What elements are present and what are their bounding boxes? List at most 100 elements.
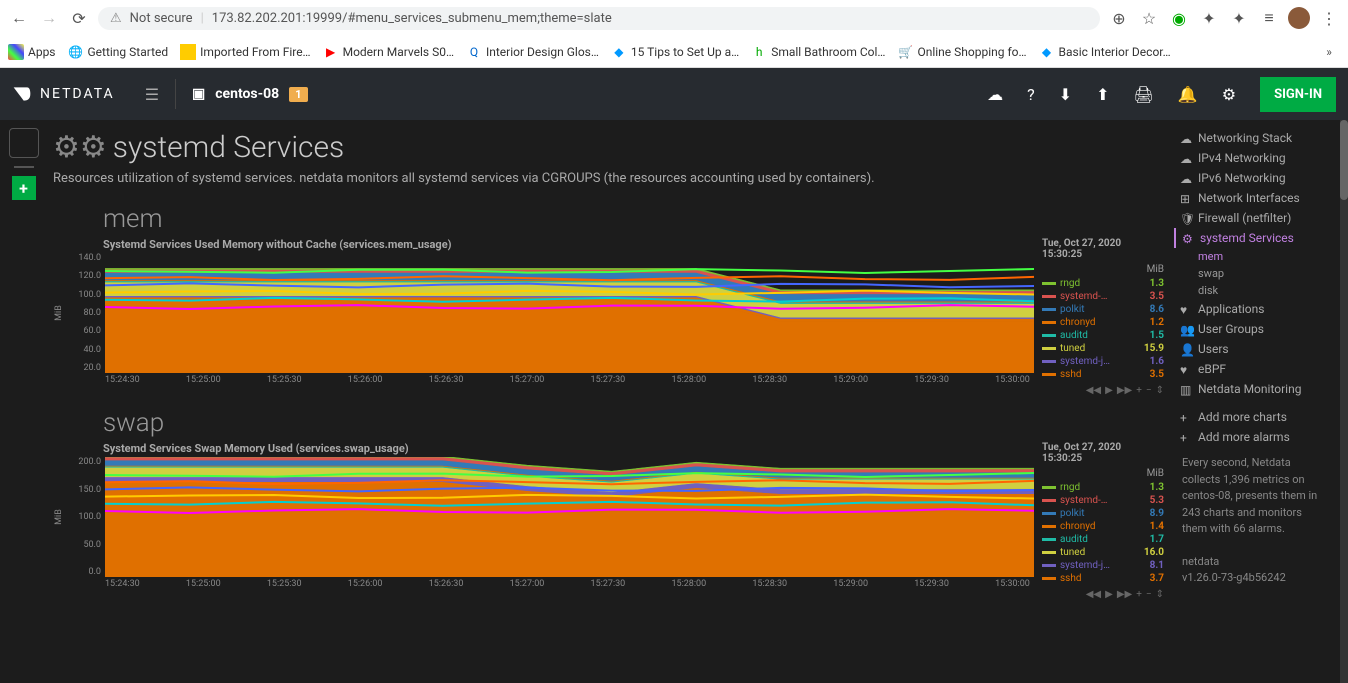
legend-item[interactable]: tuned 16.0 [1042,546,1164,559]
rail-space[interactable] [9,128,39,158]
plus-icon[interactable]: + [1136,385,1142,396]
legend-value: 3.7 [1150,573,1164,584]
legend-item[interactable]: systemd-… 5.3 [1042,494,1164,507]
plus-icon[interactable]: + [1136,589,1142,600]
sidebar-item-ebpf[interactable]: ♥ eBPF [1174,359,1336,379]
forward-button[interactable]: → [38,7,60,29]
legend-item[interactable]: auditd 1.5 [1042,329,1164,342]
bookmark-item[interactable]: ◆Basic Interior Decor… [1039,44,1171,60]
legend-item[interactable]: polkit 8.9 [1042,507,1164,520]
sidebar-sub-disk[interactable]: disk [1174,282,1336,299]
forward-icon[interactable]: ▶▶ [1117,589,1132,600]
legend-value: 8.9 [1150,508,1164,519]
minus-icon[interactable]: − [1146,589,1152,600]
sidebar-item-user-groups[interactable]: 👥 User Groups [1174,319,1336,339]
print-icon[interactable]: 🖨 [1133,85,1153,104]
rewind-icon[interactable]: ◀◀ [1086,385,1101,396]
chart-plot-area[interactable] [105,253,1034,373]
legend-value: 1.6 [1150,356,1164,367]
help-icon[interactable]: ? [1027,85,1035,104]
legend-item[interactable]: rngd 1.3 [1042,277,1164,290]
sidebar-item-ipv6-networking[interactable]: ☁ IPv6 Networking [1174,168,1336,188]
url-bar[interactable]: ⚠ Not secure | 173.82.202.201:19999/#men… [98,7,1100,30]
download-icon[interactable]: ⬇ [1059,85,1072,104]
legend-item[interactable]: chronyd 1.2 [1042,316,1164,329]
extensions-icon[interactable]: ✦ [1228,7,1250,29]
legend-item[interactable]: tuned 15.9 [1042,342,1164,355]
chart-mem: Systemd Services Used Memory without Cac… [53,238,1164,396]
legend-item[interactable]: systemd-… 3.5 [1042,290,1164,303]
sidebar-item-networking-stack[interactable]: ☁ Networking Stack [1174,128,1336,148]
back-button[interactable]: ← [8,7,30,29]
sidebar-item-netdata-monitoring[interactable]: ▥ Netdata Monitoring [1174,379,1336,399]
legend-swatch [1042,512,1056,515]
legend-swatch [1042,525,1056,528]
legend-item[interactable]: auditd 1.7 [1042,533,1164,546]
legend-swatch [1042,373,1056,376]
bookmark-item[interactable]: ▶Modern Marvels S0… [323,44,454,60]
resize-icon[interactable]: ⇕ [1156,589,1164,600]
scrollbar-thumb[interactable] [1340,120,1348,200]
bookmark-item[interactable]: QInterior Design Glos… [466,44,599,60]
add-space-button[interactable]: + [12,176,36,200]
sidebar-item-users[interactable]: 👤 Users [1174,339,1336,359]
sidebar-sub-mem[interactable]: mem [1174,248,1336,265]
legend-item[interactable]: chronyd 1.4 [1042,520,1164,533]
sidebar-item-ipv4-networking[interactable]: ☁ IPv4 Networking [1174,148,1336,168]
bell-icon[interactable]: 🔔 [1178,85,1198,104]
host-selector[interactable]: ▣ centos-08 1 [192,86,307,102]
sidebar-item-firewall-netfilter-[interactable]: 🛡 Firewall (netfilter) [1174,208,1336,228]
menu-icon[interactable]: ⋮ [1318,7,1340,29]
logo[interactable]: NETDATA [12,84,115,104]
barchart-icon: ▥ [1180,383,1192,395]
zoom-icon[interactable]: ⊕ [1108,7,1130,29]
apps-button[interactable]: Apps [8,44,56,60]
star-icon[interactable]: ☆ [1138,7,1160,29]
rewind-icon[interactable]: ◀◀ [1086,589,1101,600]
legend-item[interactable]: sshd 3.5 [1042,368,1164,381]
add-more-alarms[interactable]: +Add more alarms [1174,427,1336,447]
legend-item[interactable]: rngd 1.3 [1042,481,1164,494]
legend-value: 1.5 [1150,330,1164,341]
gear-icon[interactable]: ⚙ [1222,85,1236,104]
extension-icon-1[interactable]: ◉ [1168,7,1190,29]
minus-icon[interactable]: − [1146,385,1152,396]
bookmarks-overflow[interactable]: » [1318,41,1340,63]
reload-button[interactable]: ⟳ [68,7,90,29]
legend-swatch [1042,347,1056,350]
legend-value: 1.4 [1150,521,1164,532]
profile-avatar[interactable] [1288,7,1310,29]
legend-item[interactable]: systemd-j… 1.6 [1042,355,1164,368]
play-icon[interactable]: ▶ [1105,385,1113,396]
hamburger-icon[interactable]: ☰ [145,85,159,104]
extension-icon-2[interactable]: ✦ [1198,7,1220,29]
divider [175,79,176,109]
add-more-charts[interactable]: +Add more charts [1174,407,1336,427]
forward-icon[interactable]: ▶▶ [1117,385,1132,396]
sidebar-item-systemd-services[interactable]: ⚙ systemd Services [1174,228,1336,248]
scrollbar[interactable] [1340,120,1348,683]
bookmark-item[interactable]: hSmall Bathroom Col… [751,44,885,60]
legend-item[interactable]: systemd-j… 8.1 [1042,559,1164,572]
chart-plot-area[interactable] [105,457,1034,577]
reading-list-icon[interactable]: ≡ [1258,7,1280,29]
resize-icon[interactable]: ⇕ [1156,385,1164,396]
legend-name: tuned [1060,343,1140,354]
legend-item[interactable]: sshd 3.7 [1042,572,1164,585]
cloud-icon: ☁ [1180,152,1192,164]
bookmark-item[interactable]: ◆15 Tips to Set Up a… [611,44,739,60]
play-icon[interactable]: ▶ [1105,589,1113,600]
legend-item[interactable]: polkit 8.6 [1042,303,1164,316]
upload-icon[interactable]: ⬆ [1096,85,1109,104]
sidebar-item-network-interfaces[interactable]: ⊞ Network Interfaces [1174,188,1336,208]
legend-swatch [1042,295,1056,298]
cloud-icon[interactable]: ☁ [987,85,1003,104]
signin-button[interactable]: SIGN-IN [1260,77,1336,112]
bookmark-item[interactable]: Imported From Fire… [180,44,310,60]
bookmark-item[interactable]: 🛒Online Shopping fo… [897,44,1026,60]
bookmark-item[interactable]: 🌐Getting Started [68,44,169,60]
legend-value: 15.9 [1144,343,1164,354]
sidebar-sub-swap[interactable]: swap [1174,265,1336,282]
not-secure-icon: ⚠ [110,11,122,26]
sidebar-item-applications[interactable]: ♥ Applications [1174,299,1336,319]
